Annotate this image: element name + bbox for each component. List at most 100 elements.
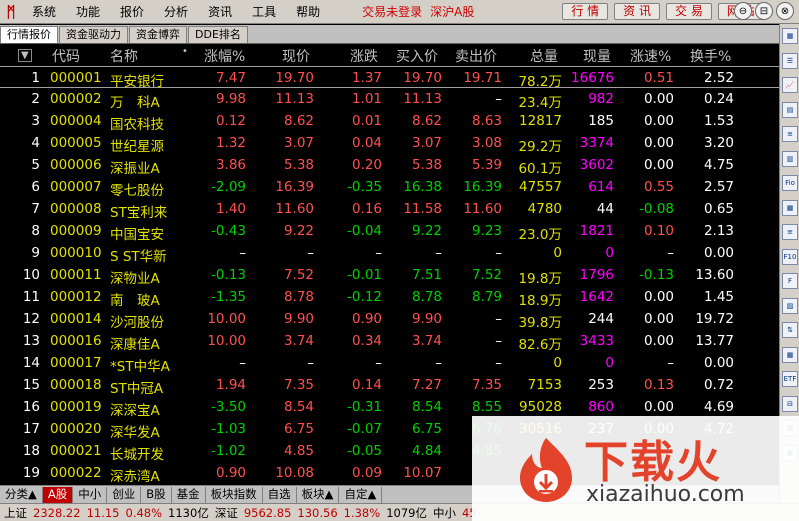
menu-functions[interactable]: 功能: [66, 3, 110, 20]
cell-ask: 8.63: [471, 113, 502, 129]
table-row[interactable]: 3 000004 国农科技 0.12 8.62 0.01 8.62 8.63 12817 185 0…: [0, 110, 779, 133]
table-row[interactable]: 13 000016 深康佳A 10.00 3.74 0.34 3.74 –82.6万 3433 0…: [0, 330, 779, 353]
column-volume[interactable]: 总量: [530, 46, 558, 66]
cell-ask: –: [495, 333, 502, 349]
toolbar-tool-icon[interactable]: ETF: [782, 371, 798, 387]
table-row[interactable]: 8 000009 中国宝安 -0.43 9.22 -0.04 9.22 9.23 23.0万 18…: [0, 220, 779, 243]
column-price[interactable]: 现价: [282, 46, 310, 66]
cell-ask: 11.60: [463, 201, 502, 217]
cell-price: –: [307, 355, 314, 371]
toolbar-tool-icon[interactable]: ≡: [782, 224, 798, 240]
column-code[interactable]: 代码: [52, 46, 80, 66]
sz-index-change: 130.56: [297, 505, 338, 520]
table-row[interactable]: 10 000011 深物业A -0.13 7.52 -0.01 7.51 7.52 19.8万 1…: [0, 264, 779, 287]
cell-speed: 0.13: [643, 377, 674, 393]
table-row[interactable]: 11 000012 南 玻A -1.35 8.78 -0.12 8.78 8.79 18.9万 1…: [0, 286, 779, 309]
market-tab-4[interactable]: B股: [141, 486, 172, 503]
table-row[interactable]: 2 000002 万 科A 9.98 11.13 1.01 11.13 –23.4万 982 0.…: [0, 88, 779, 111]
market-tab-9[interactable]: 自定▲: [339, 486, 383, 503]
table-row[interactable]: 6 000007 零七股份 -2.09 16.39 -0.35 16.38 16.39 4755…: [0, 176, 779, 199]
menu-tools[interactable]: 工具: [242, 3, 286, 20]
cell-volume: 18.9万: [518, 293, 562, 309]
toolbar-tool-icon[interactable]: ≡: [782, 126, 798, 142]
toolbar-tool-icon[interactable]: ▥: [782, 150, 798, 167]
column-speed[interactable]: 涨速%: [630, 46, 671, 66]
cell-change: –: [375, 245, 382, 261]
menu-help[interactable]: 帮助: [286, 3, 330, 20]
menu-news[interactable]: 资讯: [198, 3, 242, 20]
table-row[interactable]: 14 000017 *ST中华A – – – – – 0 0 – 0.00: [0, 352, 779, 375]
cell-bid: 8.78: [411, 289, 442, 305]
cell-price: 11.13: [275, 91, 314, 107]
table-row[interactable]: 16 000019 深深宝A -3.50 8.54 -0.31 8.54 8.55 95028 8…: [0, 396, 779, 419]
cell-turnover: 0.72: [703, 377, 734, 393]
tab-fund-game[interactable]: 资金博弈: [129, 26, 187, 43]
market-tab-0[interactable]: 分类▲: [0, 486, 43, 503]
cell-turnover: 4.69: [703, 399, 734, 415]
cell-cur-vol: 44: [596, 201, 614, 217]
table-row[interactable]: 4 000005 世纪星源 1.32 3.07 0.04 3.07 3.08 29.2万 3374…: [0, 132, 779, 155]
cell-name: 中国宝安: [110, 227, 164, 243]
column-change[interactable]: 涨跌: [350, 46, 378, 66]
toolbar-tool-icon[interactable]: ▨: [782, 297, 798, 314]
toolbar-tool-icon[interactable]: ☰: [782, 52, 798, 69]
column-cur-vol[interactable]: 现量: [583, 46, 611, 66]
column-bid[interactable]: 买入价: [396, 46, 438, 66]
table-row[interactable]: 15 000018 ST中冠A 1.94 7.35 0.14 7.27 7.35 7153 253…: [0, 374, 779, 397]
market-tab-7[interactable]: 自选: [263, 486, 297, 503]
news-button[interactable]: 资 讯: [614, 3, 660, 20]
table-row[interactable]: 7 000008 ST宝利来 1.40 11.60 0.16 11.58 11.60 4780 4…: [0, 198, 779, 221]
column-name[interactable]: 名称: [110, 46, 138, 66]
toolbar-tool-icon[interactable]: 📈: [782, 77, 798, 93]
cell-code: 000020: [50, 421, 102, 437]
cell-ask: 7.52: [471, 267, 502, 283]
close-icon[interactable]: ⊗: [776, 2, 794, 20]
column-turnover[interactable]: 换手%: [690, 46, 731, 66]
toolbar-tool-icon[interactable]: ⇅: [782, 322, 798, 338]
cell-price: 5.38: [283, 157, 314, 173]
cell-volume: 60.1万: [518, 161, 562, 177]
market-tab-8[interactable]: 板块▲: [297, 486, 340, 503]
minimize-icon[interactable]: ⊖: [734, 2, 752, 20]
cell-code: 000004: [50, 113, 102, 129]
market-tab-2[interactable]: 中小: [73, 486, 108, 503]
tab-quotes[interactable]: 行情报价: [0, 26, 58, 43]
sort-dropdown-icon[interactable]: ▼: [18, 49, 32, 62]
toolbar-tool-icon[interactable]: ▦: [782, 199, 798, 216]
tab-fund-drive[interactable]: 资金驱动力: [59, 26, 128, 43]
restore-icon[interactable]: ⊟: [755, 2, 773, 20]
table-row[interactable]: 9 000010 S ST华新 – – – – – 0 0 – 0.00: [0, 242, 779, 265]
column-pct[interactable]: 涨幅%: [204, 46, 245, 66]
toolbar-tool-icon[interactable]: F10: [782, 248, 798, 265]
market-tab-5[interactable]: 基金: [172, 486, 206, 503]
trade-login-status[interactable]: 交易未登录: [362, 3, 422, 20]
market-tab-1[interactable]: A股: [42, 486, 74, 503]
trade-button[interactable]: 交 易: [666, 3, 712, 20]
table-row[interactable]: 1 000001 平安银行 7.47 19.70 1.37 19.70 19.71 78.2万 1…: [0, 66, 779, 90]
cell-change: 0.90: [351, 311, 382, 327]
toolbar-tool-icon[interactable]: ▦: [782, 28, 798, 44]
tab-dde-rank[interactable]: DDE排名: [188, 26, 248, 43]
toolbar-tool-icon[interactable]: ▦: [782, 346, 798, 363]
download-site-watermark: 下载火 xiazaihuo.com: [472, 416, 799, 521]
menu-analysis[interactable]: 分析: [154, 3, 198, 20]
menu-system[interactable]: 系统: [22, 3, 66, 20]
cell-code: 000014: [50, 311, 102, 327]
cell-bid: 3.07: [411, 135, 442, 151]
cell-cur-vol: 614: [588, 179, 614, 195]
market-tab-6[interactable]: 板块指数: [206, 486, 263, 503]
toolbar-tool-icon[interactable]: ⊟: [782, 395, 798, 412]
toolbar-tool-icon[interactable]: F: [782, 273, 798, 289]
toolbar-tool-icon[interactable]: Fio: [782, 175, 798, 191]
column-ask[interactable]: 卖出价: [455, 46, 497, 66]
cell-pct: -3.50: [211, 399, 246, 415]
cell-name: ST宝利来: [110, 205, 168, 221]
cell-price: 7.52: [283, 267, 314, 283]
table-row[interactable]: 12 000014 沙河股份 10.00 9.90 0.90 9.90 –39.8万 244 0.…: [0, 308, 779, 331]
menu-quotes[interactable]: 报价: [110, 3, 154, 20]
quotes-button[interactable]: 行 情: [562, 3, 609, 20]
table-row[interactable]: 5 000006 深振业A 3.86 5.38 0.20 5.38 5.39 60.1万 3602…: [0, 154, 779, 177]
watermark-url: xiazaihuo.com: [586, 482, 745, 507]
market-tab-3[interactable]: 创业: [107, 486, 142, 503]
toolbar-tool-icon[interactable]: ▤: [782, 101, 798, 118]
